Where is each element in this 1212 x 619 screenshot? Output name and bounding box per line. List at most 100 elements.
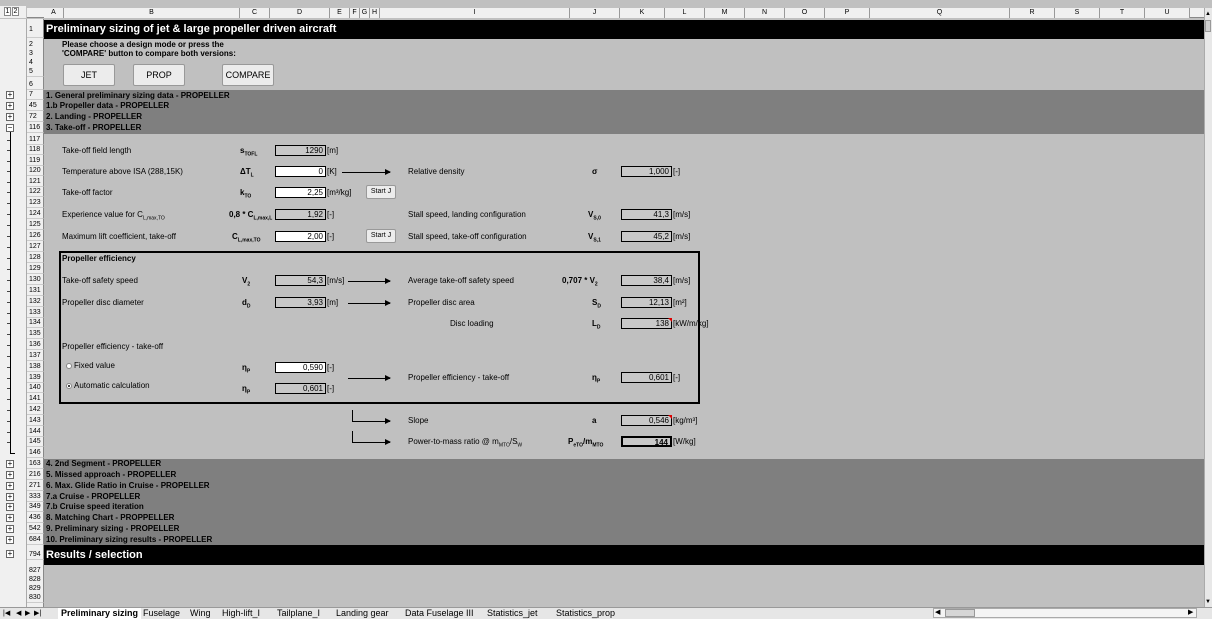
scroll-up-icon[interactable]: ▲ — [1205, 10, 1211, 18]
expand-icon[interactable]: + — [6, 102, 14, 110]
jet-button[interactable]: JET — [63, 64, 115, 86]
row-number: 163 — [27, 459, 44, 469]
outline-dot — [7, 247, 10, 248]
expand-icon[interactable]: + — [6, 482, 14, 490]
column-header[interactable]: C — [240, 8, 270, 18]
temperature-symbol: ΔTL — [240, 167, 254, 179]
expand-icon[interactable]: + — [6, 514, 14, 522]
section-title: 6. Max. Glide Ratio in Cruise - PROPELLE… — [46, 481, 210, 490]
tab-last-icon[interactable]: ▶| — [34, 608, 41, 619]
row-number: 125 — [27, 220, 44, 230]
takeoff-factor-label: Take-off factor — [62, 188, 113, 197]
compare-button[interactable]: COMPARE — [222, 64, 274, 86]
eff-takeoff-title: Propeller efficiency - take-off — [62, 342, 164, 351]
expand-icon[interactable]: + — [6, 471, 14, 479]
tab-wing[interactable]: Wing — [190, 608, 211, 619]
start-j-button-2[interactable]: Start J — [366, 229, 396, 243]
outline-dot — [7, 378, 10, 379]
column-header[interactable]: O — [785, 8, 825, 18]
scroll-thumb[interactable] — [1205, 20, 1211, 32]
hscroll-left-icon[interactable]: ◀ — [935, 608, 940, 618]
automatic-calculation-value: 0,601 — [275, 383, 326, 394]
disc-diameter-value: 3,93 — [275, 297, 326, 308]
column-header[interactable]: J — [570, 8, 620, 18]
row-number: 142 — [27, 405, 44, 415]
column-header[interactable]: U — [1145, 8, 1190, 18]
fixed-value-input[interactable]: 0,590 — [275, 362, 326, 373]
expand-icon[interactable]: + — [6, 91, 14, 99]
hscroll-thumb[interactable] — [945, 609, 975, 617]
tab-high-lift[interactable]: High-lift_I — [222, 608, 260, 619]
column-header[interactable]: E — [330, 8, 350, 18]
collapse-icon[interactable]: − — [6, 124, 14, 132]
avg-safety-speed-symbol: 0,707 * V2 — [562, 276, 598, 288]
eff-result-value: 0,601 — [621, 372, 672, 383]
section-title: 4. 2nd Segment - PROPELLER — [46, 459, 162, 468]
slope-value: 0,546 — [621, 415, 672, 426]
expand-icon[interactable]: + — [6, 550, 14, 558]
column-header[interactable]: G — [360, 8, 370, 18]
column-header[interactable]: N — [745, 8, 785, 18]
relative-density-unit: [-] — [673, 167, 681, 176]
relative-density-value: 1,000 — [621, 166, 672, 177]
disc-area-unit: [m²] — [673, 298, 687, 307]
tab-statistics-prop[interactable]: Statistics_prop — [556, 608, 615, 619]
tab-landing-gear[interactable]: Landing gear — [336, 608, 389, 619]
column-header[interactable]: M — [705, 8, 745, 18]
outline-level-1-button[interactable]: 1 — [4, 7, 11, 16]
expand-icon[interactable]: + — [6, 493, 14, 501]
column-header[interactable]: P — [825, 8, 870, 18]
hscroll-right-icon[interactable]: ▶ — [1188, 608, 1193, 618]
row-number: 121 — [27, 177, 44, 187]
fixed-value-radio[interactable] — [66, 363, 72, 369]
scroll-down-icon[interactable]: ▼ — [1205, 598, 1211, 606]
prop-button[interactable]: PROP — [133, 64, 185, 86]
tab-data-fuselage-iii[interactable]: Data Fuselage III — [405, 608, 474, 619]
row-number: 145 — [27, 437, 44, 447]
column-header[interactable]: K — [620, 8, 665, 18]
outline-dot — [7, 150, 10, 151]
takeoff-factor-input[interactable]: 2,25 — [275, 187, 326, 198]
outline-dot — [7, 388, 10, 389]
column-header[interactable]: L — [665, 8, 705, 18]
tab-fuselage[interactable]: Fuselage — [143, 608, 180, 619]
tab-first-icon[interactable]: |◀ — [3, 608, 10, 619]
column-header[interactable]: R — [1010, 8, 1055, 18]
outline-dot — [7, 356, 10, 357]
section-title: 8. Matching Chart - PROPPELLER — [46, 513, 175, 522]
row-number: 137 — [27, 351, 44, 361]
expand-icon[interactable]: + — [6, 503, 14, 511]
expand-icon[interactable]: + — [6, 460, 14, 468]
column-header[interactable]: I — [380, 8, 570, 18]
vertical-scrollbar[interactable] — [1204, 8, 1212, 608]
column-header[interactable]: H — [370, 8, 380, 18]
temperature-input[interactable]: 0 — [275, 166, 326, 177]
safety-speed-value: 54,3 — [275, 275, 326, 286]
takeoff-factor-symbol: kTO — [240, 188, 252, 200]
disc-diameter-label: Propeller disc diameter — [62, 298, 144, 307]
outline-dot — [7, 334, 10, 335]
start-j-button[interactable]: Start J — [366, 185, 396, 199]
expand-icon[interactable]: + — [6, 113, 14, 121]
column-header[interactable]: A — [44, 8, 64, 18]
column-header[interactable]: T — [1100, 8, 1145, 18]
tab-next-icon[interactable]: ▶ — [25, 608, 30, 619]
column-header[interactable]: F — [350, 8, 360, 18]
tab-prev-icon[interactable]: ◀ — [16, 608, 21, 619]
max-lift-unit: [-] — [327, 232, 335, 241]
automatic-calculation-radio[interactable] — [66, 383, 72, 389]
column-header[interactable]: B — [64, 8, 240, 18]
outline-dot — [7, 302, 10, 303]
tab-statistics-jet[interactable]: Statistics_jet — [487, 608, 538, 619]
outline-level-2-button[interactable]: 2 — [12, 7, 19, 16]
outline-dot — [7, 313, 10, 314]
max-lift-input[interactable]: 2,00 — [275, 231, 326, 242]
expand-icon[interactable]: + — [6, 536, 14, 544]
row-number: 349 — [27, 502, 44, 512]
column-header[interactable]: S — [1055, 8, 1100, 18]
tab-tailplane[interactable]: Tailplane_I — [277, 608, 320, 619]
column-header[interactable]: Q — [870, 8, 1010, 18]
tab-preliminary-sizing[interactable]: Preliminary sizing — [58, 608, 142, 619]
column-header[interactable]: D — [270, 8, 330, 18]
expand-icon[interactable]: + — [6, 525, 14, 533]
